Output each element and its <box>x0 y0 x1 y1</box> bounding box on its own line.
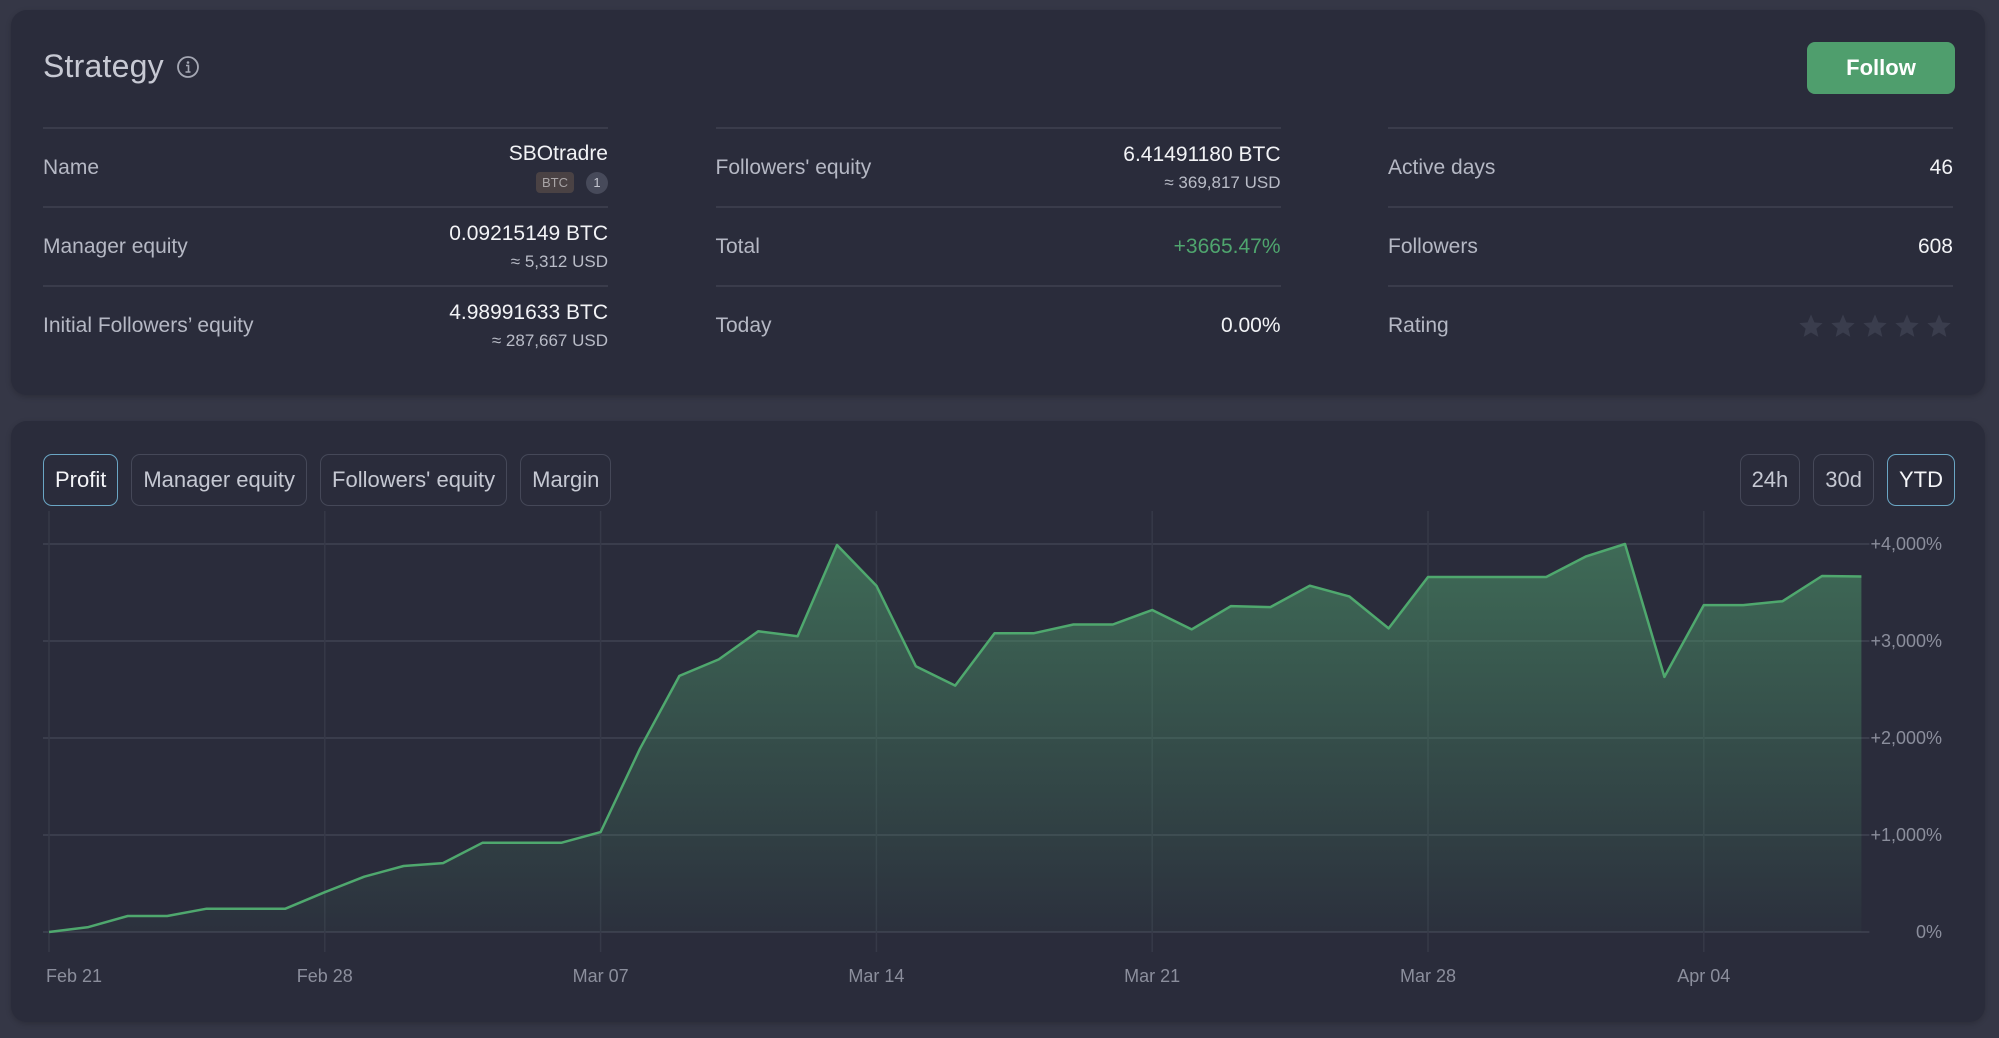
strategy-header: Strategy <box>43 48 200 85</box>
stat-row-followers: Followers 608 <box>1388 206 1953 285</box>
stat-subvalue: ≈ 369,817 USD <box>1164 172 1281 192</box>
star-icon <box>1927 313 1951 337</box>
stat-label: Name <box>43 155 100 179</box>
y-tick-label: +2,000% <box>1870 728 1942 748</box>
stats-column-1: Name SBOtradre BTC 1 Manager equity 0.09… <box>43 127 608 364</box>
currency-badge: BTC <box>536 172 574 193</box>
today-profit-value: 0.00% <box>1220 313 1281 337</box>
stat-row-manager-equity: Manager equity 0.09215149 BTC ≈ 5,312 US… <box>43 206 608 285</box>
y-tick-label: +4,000% <box>1870 534 1942 554</box>
tab-profit[interactable]: Profit <box>43 454 119 506</box>
stat-value: 4.98991633 BTC <box>449 300 608 324</box>
strategy-name: SBOtradre <box>508 141 608 165</box>
stat-label: Active days <box>1388 155 1496 179</box>
y-tick-label: +1,000% <box>1870 825 1942 845</box>
tab-followers-equity[interactable]: Followers' equity <box>320 454 508 506</box>
x-axis: Feb 21 Feb 28 Mar 07 Mar 14 Mar 21 Mar 28 Apr … <box>46 966 1730 986</box>
range-24h[interactable]: 24h <box>1739 454 1801 506</box>
stat-label: Today <box>715 313 772 337</box>
star-icon <box>1863 313 1887 337</box>
star-icon <box>1831 313 1855 337</box>
stat-row-initial-followers-equity: Initial Followers’ equity 4.98991633 BTC… <box>43 285 608 364</box>
stats-column-2: Followers' equity 6.41491180 BTC ≈ 369,8… <box>715 127 1281 364</box>
strategy-title: Strategy <box>43 48 164 84</box>
stat-row-total: Total +3665.47% <box>715 206 1281 285</box>
x-tick-label: Mar 07 <box>573 966 629 986</box>
stat-subvalue: ≈ 287,667 USD <box>491 330 608 350</box>
range-30d[interactable]: 30d <box>1813 454 1874 506</box>
star-icon <box>1895 313 1919 337</box>
x-tick-label: Mar 21 <box>1124 966 1180 986</box>
stat-row-rating: Rating <box>1388 285 1953 364</box>
x-tick-label: Feb 28 <box>297 966 353 986</box>
stats-column-3: Active days 46 Followers 608 Rating <box>1388 127 1953 364</box>
y-tick-label: +3,000% <box>1870 631 1942 651</box>
strategy-stats: Name SBOtradre BTC 1 Manager equity 0.09… <box>43 127 1953 364</box>
stat-row-today: Today 0.00% <box>715 285 1281 364</box>
info-icon[interactable] <box>176 55 200 79</box>
x-tick-label: Mar 28 <box>1400 966 1456 986</box>
y-tick-label: 0% <box>1916 922 1942 942</box>
stat-label: Followers' equity <box>715 155 872 179</box>
range-ytd[interactable]: YTD <box>1887 454 1955 506</box>
rating-stars <box>1797 312 1953 340</box>
range-selector: 24h 30d YTD <box>1739 454 1955 506</box>
x-tick-label: Apr 04 <box>1677 966 1730 986</box>
stat-value: 0.09215149 BTC <box>449 221 608 245</box>
total-profit-value: +3665.47% <box>1173 234 1281 258</box>
stat-label: Manager equity <box>43 234 188 258</box>
profit-chart: 0%+1,000%+2,000%+3,000%+4,000% Feb 21 Feb… <box>43 511 1942 986</box>
stat-label: Initial Followers’ equity <box>43 313 254 337</box>
stat-value: 608 <box>1917 234 1953 258</box>
stat-value: 46 <box>1929 155 1953 179</box>
star-icon <box>1799 313 1823 337</box>
stat-row-active-days: Active days 46 <box>1388 127 1953 206</box>
stat-label: Total <box>715 234 760 258</box>
strategy-panel: Strategy Follow Name SBOtradre BTC 1 Man… <box>11 10 1985 395</box>
x-tick-label: Mar 14 <box>848 966 904 986</box>
metric-tabs: Profit Manager equity Followers' equity … <box>43 454 612 506</box>
count-badge: 1 <box>586 171 608 194</box>
stat-label: Rating <box>1388 313 1449 337</box>
y-axis: 0% +1,000% +2,000% +3,000% +4,000% <box>1870 534 1942 942</box>
tab-margin[interactable]: Margin <box>520 454 612 506</box>
stat-label: Followers <box>1388 234 1478 258</box>
follow-button[interactable]: Follow <box>1807 42 1955 94</box>
stat-row-name: Name SBOtradre BTC 1 <box>43 127 608 206</box>
stat-row-followers-equity: Followers' equity 6.41491180 BTC ≈ 369,8… <box>715 127 1281 206</box>
tab-manager-equity[interactable]: Manager equity <box>131 454 308 506</box>
x-tick-label: Feb 21 <box>46 966 102 986</box>
chart-panel: 0% +1,000% +2,000% +3,000% +4,000% Feb 21 Feb… <box>11 421 1985 1022</box>
stat-subvalue: ≈ 5,312 USD <box>510 251 608 271</box>
stat-value: 6.41491180 BTC <box>1123 142 1281 166</box>
